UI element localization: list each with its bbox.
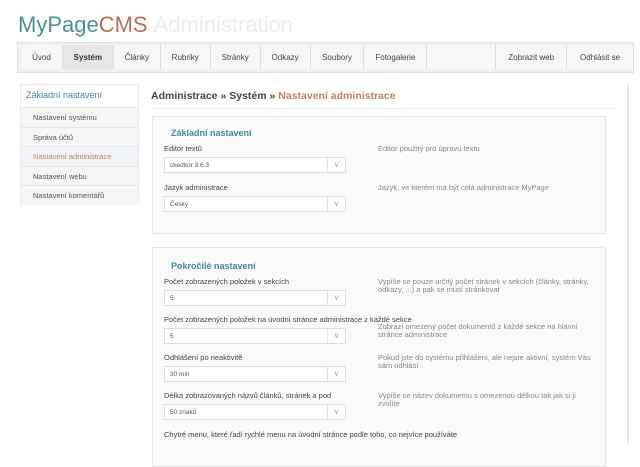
main-nav: Úvod Systém Články Rubriky Stránky Odkaz… [17, 42, 634, 73]
breadcrumb-system[interactable]: Systém [229, 90, 266, 102]
breadcrumb-separator: » [217, 90, 230, 102]
items-on-homepage-select[interactable]: 5 ∨ [164, 328, 346, 344]
chevron-down-icon: ∨ [327, 158, 345, 172]
sidebar-item-nastaveni-komentaru[interactable]: Nastavení komentářů [21, 185, 138, 205]
field-description: Zobrazí omezený počet dokumentů z každé … [378, 322, 578, 339]
sidebar-item-nastaveni-administrace[interactable]: Nastavení administrace [21, 146, 138, 166]
nav-odhlasit[interactable]: Odhlásit se [567, 45, 634, 69]
divider [151, 108, 615, 109]
sidebar-item-nastaveni-systemu[interactable]: Nastavení systému [21, 107, 138, 127]
select-value: 5 [170, 295, 174, 302]
field-description: Jazyk, ve kterém má být celá administrac… [378, 183, 549, 192]
field-description: Editor použitý pro úpravu textu [378, 144, 480, 153]
nav-system[interactable]: Systém [62, 45, 114, 69]
select-value: 5 [170, 333, 174, 340]
nav-stranky[interactable]: Stránky [210, 45, 261, 69]
breadcrumb-separator: » [266, 90, 279, 102]
breadcrumb: Administrace » Systém » Nastavení admini… [151, 90, 396, 102]
select-value: Česky [170, 201, 189, 208]
breadcrumb-current: Nastavení administrace [278, 90, 396, 102]
chevron-down-icon: ∨ [327, 329, 345, 343]
field-description: Pokud jste do systému přihlášeni, ale ne… [378, 353, 591, 370]
language-select[interactable]: Česky ∨ [164, 196, 346, 212]
nav-spacer [427, 45, 497, 69]
chevron-down-icon: ∨ [327, 405, 345, 419]
field-description: Vypíše se pouze určitý počet stránek v s… [378, 277, 589, 294]
section-title: Pokročilé nastavení [171, 261, 256, 271]
brand-name: MyPage [18, 12, 99, 37]
nav-fotogalerie[interactable]: Fotogalerie [364, 45, 428, 69]
logout-timeout-select[interactable]: 30 min ∨ [164, 366, 346, 382]
field-description: Vypíše se název dokumentu s omezenou dél… [378, 391, 576, 408]
basic-settings-section: Základní nastavení Editor textů ckeditor… [152, 116, 606, 234]
breadcrumb-administrace[interactable]: Administrace [151, 90, 218, 102]
nav-odkazy[interactable]: Odkazy [260, 45, 311, 69]
chevron-down-icon: ∨ [327, 367, 345, 381]
nav-clanky[interactable]: Články [113, 45, 161, 69]
field-label: Počet zobrazených položek v sekcích [164, 277, 290, 286]
advanced-settings-section: Pokročilé nastavení Počet zobrazených po… [152, 247, 606, 467]
nav-soubory[interactable]: Soubory [310, 45, 365, 69]
app-title: MyPageCMS Administration [18, 12, 293, 38]
select-value: 30 min [170, 371, 190, 378]
sidebar-heading: Základní nastavení [21, 85, 138, 107]
chevron-down-icon: ∨ [327, 197, 345, 211]
field-label: Editor textů [164, 144, 202, 153]
nav-uvod[interactable]: Úvod [21, 45, 63, 69]
select-value: 50 znaků [170, 409, 197, 416]
field-label: Délka zobrazovaných názvů článků, stráne… [164, 391, 332, 400]
title-length-select[interactable]: 50 znaků ∨ [164, 404, 346, 420]
field-label: Odhlášení po neaktivitě [164, 353, 243, 362]
field-label: Počet zobrazených položek na úvodní strá… [164, 315, 412, 324]
select-value: ckeditor 3.6.3 [170, 162, 210, 169]
sidebar: Základní nastavení Nastavení systému Spr… [20, 84, 139, 205]
field-label: Jazyk administrace [164, 183, 228, 192]
brand-cms: CMS [98, 12, 148, 37]
items-per-section-select[interactable]: 5 ∨ [164, 290, 346, 306]
nav-rubriky[interactable]: Rubriky [160, 45, 211, 69]
main-content: Administrace » Systém » Nastavení admini… [139, 84, 629, 467]
editor-select[interactable]: ckeditor 3.6.3 ∨ [164, 157, 346, 173]
nav-zobrazit-web[interactable]: Zobrazit web [496, 45, 568, 69]
sidebar-item-sprava-uctu[interactable]: Správa účtů [21, 126, 138, 146]
brand-subtitle: Administration [153, 12, 293, 37]
section-title: Základní nastavení [171, 128, 252, 138]
chevron-down-icon: ∨ [327, 291, 345, 305]
sidebar-item-nastaveni-webu[interactable]: Nastavení webu [21, 165, 138, 185]
